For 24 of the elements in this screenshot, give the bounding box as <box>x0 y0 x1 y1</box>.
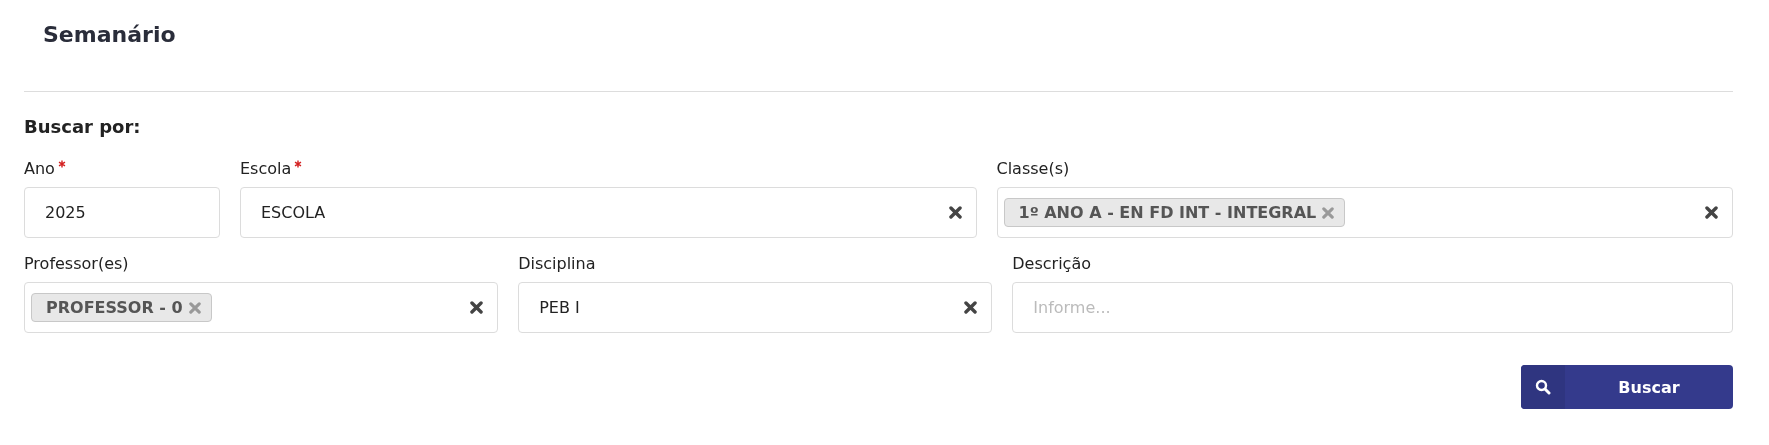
multiselect-field[interactable]: 1º ANO A - EN FD INT - INTEGRAL <box>996 187 1733 238</box>
input-field[interactable]: Informe... <box>1012 282 1733 333</box>
field-label: Disciplina <box>518 254 596 273</box>
section-label: Buscar por: <box>24 115 142 139</box>
page-title: Semanário <box>24 0 1733 92</box>
field-label: Professor(es) <box>24 254 129 273</box>
select-field[interactable]: ESCOLA <box>240 187 977 238</box>
search-icon <box>1535 379 1551 395</box>
field-value: PEB I <box>539 298 581 317</box>
select-field[interactable]: PEB I <box>518 282 993 333</box>
selected-tag[interactable]: 1º ANO A - EN FD INT - INTEGRAL <box>1003 198 1346 227</box>
input-field[interactable]: 2025 <box>24 187 220 238</box>
selected-tag[interactable]: PROFESSOR - 0 <box>31 293 212 322</box>
clear-icon[interactable] <box>470 301 484 314</box>
field-value: ESCOLA <box>261 203 327 222</box>
clear-icon[interactable] <box>964 301 978 314</box>
clear-icon[interactable] <box>948 206 962 219</box>
field-label: Descrição <box>1012 254 1091 273</box>
field-label: Escola <box>240 159 292 178</box>
clear-icon[interactable] <box>1705 206 1718 219</box>
search-button[interactable]: Buscar <box>1521 365 1733 409</box>
field-label: Classe(s) <box>996 159 1070 178</box>
field-label: Ano <box>24 159 55 178</box>
multiselect-field[interactable]: PROFESSOR - 0 <box>24 282 499 333</box>
